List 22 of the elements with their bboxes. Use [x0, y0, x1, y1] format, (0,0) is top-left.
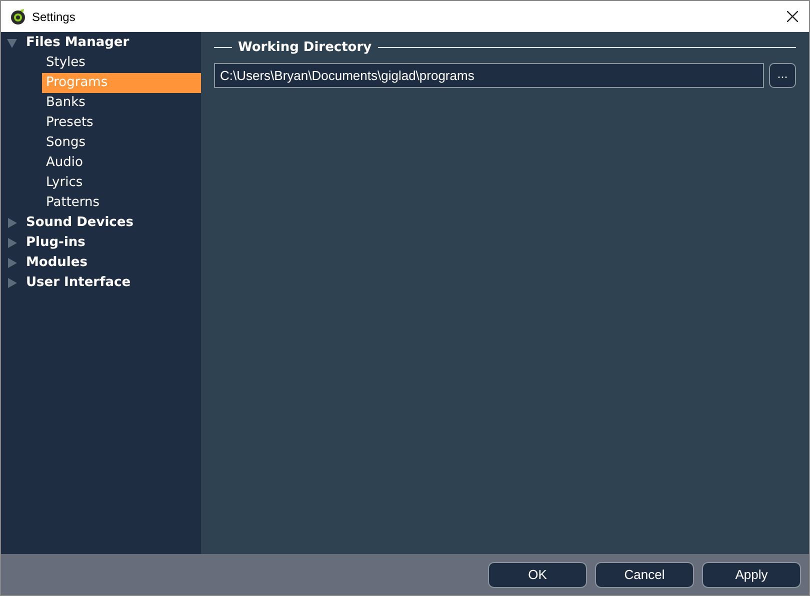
close-icon[interactable] [787, 11, 798, 22]
tree-item[interactable]: Audio [42, 153, 201, 173]
tree-item[interactable]: Patterns [42, 193, 201, 213]
path-field[interactable]: C:\Users\Bryan\Documents\giglad\programs [214, 62, 764, 88]
collapse-arrow-icon[interactable] [7, 38, 17, 48]
tree-item[interactable]: Sound Devices [1, 213, 201, 233]
section-title: Working Directory [238, 39, 372, 57]
browse-button[interactable]: ... [769, 62, 796, 88]
window-title: Settings [32, 8, 76, 26]
tree-item[interactable]: Styles [42, 53, 201, 73]
dialog-button[interactable]: Cancel [595, 562, 694, 588]
tree-item[interactable]: Plug-ins [1, 233, 201, 253]
app-logo-icon [10, 8, 26, 24]
tree-item[interactable]: Lyrics [42, 173, 201, 193]
tree-item[interactable]: Modules [1, 253, 201, 273]
tree-item[interactable]: Songs [42, 133, 201, 153]
tree-item[interactable]: Presets [42, 113, 201, 133]
dialog-button[interactable]: Apply [702, 562, 801, 588]
tree-item[interactable]: Banks [42, 93, 201, 113]
dialog-button[interactable]: OK [488, 562, 587, 588]
tree-item[interactable]: User Interface [1, 273, 201, 293]
tree-item[interactable]: Files Manager [1, 33, 201, 53]
